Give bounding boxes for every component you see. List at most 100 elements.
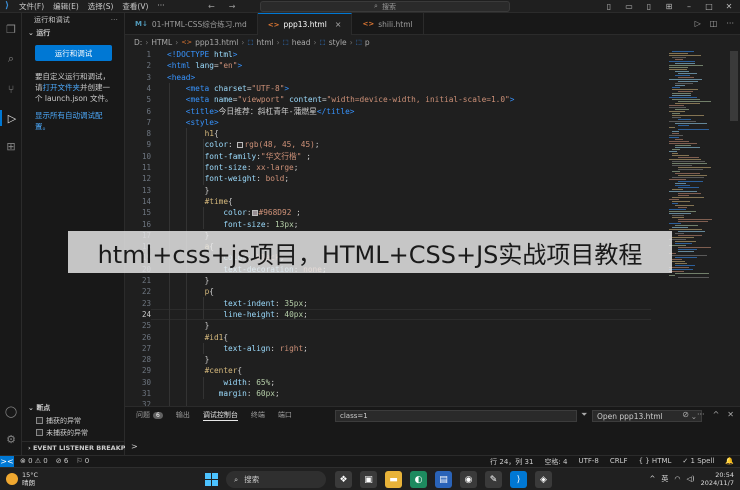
code-line: } (204, 185, 210, 195)
menu-edit[interactable]: 编辑(E) (53, 1, 79, 12)
checkbox[interactable] (36, 429, 43, 436)
edge-browser-icon[interactable]: ◐ (410, 471, 427, 488)
minimize-icon[interactable]: – (684, 2, 694, 11)
source-control-icon[interactable]: ⑂ (3, 81, 19, 97)
console-prompt[interactable]: > (131, 442, 138, 451)
menu-selection[interactable]: 选择(S) (88, 1, 114, 12)
event-listener-breakpoints-header[interactable]: › EVENT LISTENER BREAKP... (22, 441, 125, 453)
filter-icon[interactable]: ⏷ (581, 410, 587, 420)
maximize-panel-icon[interactable]: ^ (713, 410, 720, 419)
minimap-line (669, 121, 696, 122)
breadcrumb-item[interactable]: style (329, 38, 347, 47)
more-actions-icon[interactable]: ··· (726, 19, 734, 28)
app-icon[interactable]: ◈ (535, 471, 552, 488)
command-center-search[interactable]: ⌕ 搜索 (260, 1, 510, 12)
more-actions-icon[interactable]: ··· (697, 410, 705, 419)
tray-chevron-icon[interactable]: ^ (650, 475, 656, 483)
menu-file[interactable]: 文件(F) (19, 1, 44, 12)
maximize-icon[interactable]: □ (704, 2, 714, 11)
breakpoints-header[interactable]: ⌄ 断点 (22, 402, 125, 414)
forward-arrow-icon[interactable]: → (229, 2, 236, 11)
menu-more[interactable]: ··· (157, 1, 164, 12)
breakpoint-caught-exceptions[interactable]: 捕获的异常 (36, 415, 124, 426)
close-tab-icon[interactable]: × (335, 20, 342, 29)
checkbox[interactable] (36, 417, 43, 424)
split-editor-icon[interactable]: ◫ (710, 19, 718, 28)
status-eol[interactable]: CRLF (610, 457, 628, 467)
status-indentation[interactable]: 空格: 4 (544, 457, 567, 467)
tab-md[interactable]: M↓ 01-HTML-CSS综合练习.md (125, 13, 258, 35)
line-number: 3 (146, 72, 151, 82)
windows-start-icon[interactable] (205, 473, 218, 486)
debug-console-filter-input[interactable]: class=1 (335, 410, 577, 422)
vertical-scrollbar[interactable] (728, 49, 740, 406)
breadcrumb-item[interactable]: D: (134, 38, 142, 47)
tab-terminal[interactable]: 终端 (251, 410, 265, 420)
taskbar-search[interactable]: ⌕ 搜索 (226, 471, 326, 488)
extensions-icon[interactable]: ⊞ (3, 138, 19, 154)
more-actions-icon[interactable]: ··· (111, 16, 118, 24)
run-debug-icon[interactable]: ▷ (0, 110, 22, 126)
minimap-line (675, 75, 690, 76)
settings-gear-icon[interactable]: ⚙ (3, 431, 19, 447)
tab-ports[interactable]: 端口 (278, 410, 292, 420)
minimap-line (669, 211, 696, 212)
toggle-panel-icon[interactable]: ▭ (624, 2, 634, 11)
layout-icon[interactable]: ⊞ (664, 2, 674, 11)
breakpoint-uncaught-exceptions[interactable]: 未捕获的异常 (36, 427, 124, 438)
back-arrow-icon[interactable]: ← (208, 2, 215, 11)
weather-widget[interactable]: 15°C 晴朗 (6, 471, 38, 487)
run-and-debug-button[interactable]: 运行和调试 (35, 45, 112, 61)
status-language[interactable]: { } HTML (639, 457, 672, 467)
status-debug[interactable]: ⚐ 0 (76, 457, 89, 465)
input-language[interactable]: 英 (661, 474, 668, 484)
account-icon[interactable]: ◯ (3, 403, 19, 419)
status-ports[interactable]: ⊘ 6 (56, 457, 69, 465)
close-panel-icon[interactable]: ✕ (727, 410, 734, 419)
status-spell[interactable]: ✓ 1 Spell (682, 457, 714, 467)
wifi-icon[interactable]: ◠ (674, 475, 680, 483)
open-folder-link[interactable]: 打开文件夹 (43, 83, 81, 92)
status-errors-warnings[interactable]: ⊗ 0 ⚠ 0 (20, 457, 48, 465)
show-all-debug-configs-link[interactable]: 显示所有自动调试配置。 (35, 110, 115, 132)
search-activity-icon[interactable]: ⌕ (3, 51, 19, 67)
breadcrumb-item[interactable]: html (257, 38, 274, 47)
toggle-secondary-sidebar-icon[interactable]: ▯ (644, 2, 654, 11)
line-number: 4 (146, 83, 151, 93)
menu-view[interactable]: 查看(V) (122, 1, 148, 12)
tab-problems[interactable]: 问题 6 (136, 410, 163, 420)
tab-debug-console[interactable]: 调试控制台 (202, 410, 238, 421)
scrollbar-thumb[interactable] (730, 51, 738, 121)
color-swatch[interactable] (251, 210, 258, 217)
file-explorer-icon[interactable]: ▬ (385, 471, 402, 488)
code-editor[interactable]: 1234567891011121314151617181920212223242… (125, 49, 665, 409)
close-icon[interactable]: ✕ (724, 2, 734, 11)
remote-indicator-icon[interactable]: >< (0, 456, 14, 467)
notifications-bell-icon[interactable]: 🔔 (725, 457, 734, 467)
tab-shili[interactable]: <> shili.html (352, 13, 424, 35)
chrome-icon[interactable]: ◉ (460, 471, 477, 488)
breadcrumb-item[interactable]: HTML (151, 38, 172, 47)
explorer-icon[interactable]: ❐ (3, 21, 19, 37)
tab-ppp13[interactable]: <> ppp13.html × (257, 13, 353, 35)
run-section-header[interactable]: ⌄ 运行 (22, 27, 124, 39)
minimap[interactable] (665, 49, 728, 406)
breadcrumb-item[interactable]: head (292, 38, 311, 47)
paint-icon[interactable]: ✎ (485, 471, 502, 488)
tab-output[interactable]: 输出 (176, 410, 190, 420)
vscode-taskbar-icon[interactable]: ⟩ (510, 471, 527, 488)
task-view-icon[interactable]: ▣ (360, 471, 377, 488)
volume-icon[interactable]: ◁) (687, 475, 695, 483)
status-cursor-position[interactable]: 行 24，列 31 (490, 457, 533, 467)
breadcrumb-item[interactable]: p (365, 38, 370, 47)
clear-console-icon[interactable]: ⊘ (682, 410, 689, 419)
breadcrumb-item[interactable]: ppp13.html (195, 38, 238, 47)
run-file-icon[interactable]: ▷ (695, 19, 701, 28)
system-clock[interactable]: 20:54 2024/11/7 (701, 471, 734, 487)
status-encoding[interactable]: UTF-8 (578, 457, 598, 467)
store-icon[interactable]: ▤ (435, 471, 452, 488)
code-area[interactable]: <!DOCTYPE html> <html lang="en"> <head> … (167, 49, 657, 406)
toggle-sidebar-icon[interactable]: ▯ (604, 2, 614, 11)
multicolor-app-icon[interactable]: ❖ (335, 471, 352, 488)
color-swatch[interactable] (237, 142, 244, 149)
